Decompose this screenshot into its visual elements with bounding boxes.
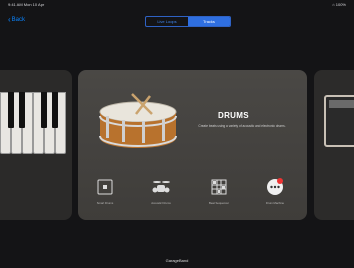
preset-smart-drums[interactable]: Smart Drums: [80, 178, 130, 205]
preset-label: Acoustic Drums: [151, 201, 171, 205]
instrument-description: Create beats using a variety of acoustic…: [198, 124, 286, 128]
preset-beat-sequencer[interactable]: Beat Sequencer: [194, 178, 244, 205]
footer-caption: GarageBand: [165, 258, 189, 263]
back-label: Back: [11, 17, 26, 23]
drum-kit-icon: [152, 178, 170, 196]
preset-label: Smart Drums: [96, 201, 114, 205]
more-options-icon: [266, 178, 284, 196]
instrument-title: DRUMS: [218, 111, 249, 120]
preset-label: Drum Machine: [265, 201, 285, 205]
status-bar: 9:41 AM Mon 10 Apr ⌂ 100%: [0, 0, 354, 9]
preset-acoustic-drums[interactable]: Acoustic Drums: [136, 178, 186, 205]
view-segmented-control: Live Loops Tracks: [145, 16, 231, 27]
drum-presets: Smart Drums Acoustic Drums Beat Sequence…: [78, 178, 307, 218]
drums-instrument-card[interactable]: DRUMS Create beats using a variety of ac…: [78, 70, 307, 220]
segment-live-loops[interactable]: Live Loops: [146, 17, 188, 26]
preset-drum-machine[interactable]: Drum Machine: [250, 178, 300, 205]
status-time: 9:41 AM Mon 10 Apr: [8, 2, 45, 7]
status-battery: ⌂ 100%: [332, 2, 346, 7]
smart-drums-icon: [96, 178, 114, 196]
piano-keys-icon: [0, 92, 66, 154]
preset-label: Beat Sequencer: [208, 201, 230, 205]
nav-bar: ‹ Back Live Loops Tracks: [0, 9, 354, 35]
snare-drum-icon: [92, 92, 184, 154]
amplifier-icon: [324, 95, 354, 147]
chevron-left-icon: ‹: [8, 15, 11, 24]
back-button[interactable]: ‹ Back: [8, 15, 26, 24]
keyboard-instrument-card[interactable]: [0, 70, 72, 220]
beat-sequencer-icon: [210, 178, 228, 196]
segment-tracks[interactable]: Tracks: [188, 17, 230, 26]
amp-instrument-card[interactable]: [314, 70, 354, 220]
